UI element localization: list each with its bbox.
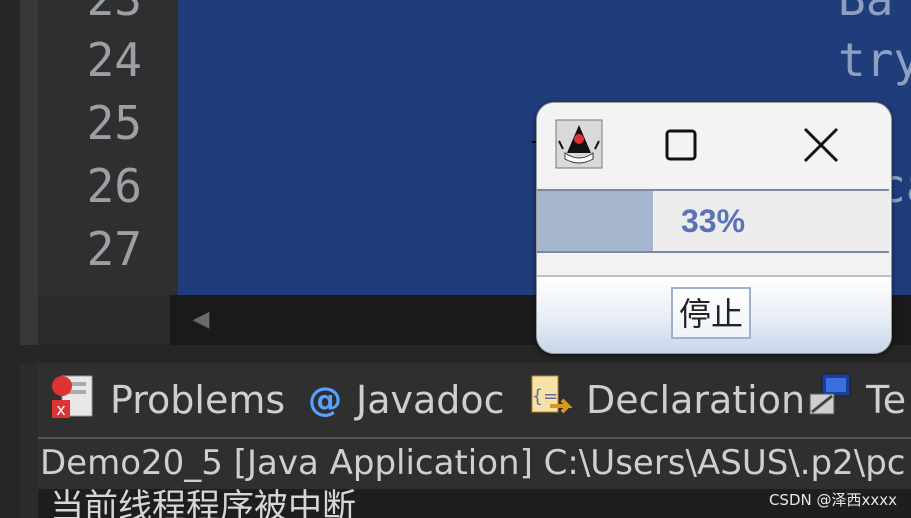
tab-javadoc[interactable]: @ Javadoc (308, 363, 505, 437)
bottom-tab-bar: x Problems @ Javadoc {= Declaration Te (38, 363, 911, 437)
svg-text:{=: {= (532, 386, 559, 407)
tab-label: Problems (110, 378, 286, 422)
at-icon: @ (308, 380, 342, 420)
line-number-column: 23 24 25 26 27 (38, 0, 178, 295)
scroll-left-icon[interactable]: ◀ (188, 307, 214, 333)
left-strip (0, 0, 20, 518)
progress-bar: 33% (537, 189, 889, 253)
close-icon (803, 127, 839, 163)
svg-text:x: x (56, 400, 65, 419)
window-titlebar[interactable] (537, 103, 891, 187)
line-number: 27 (86, 222, 142, 276)
line-number: 23 (42, 0, 142, 22)
terminal-icon (808, 372, 852, 429)
window-spacer (537, 253, 891, 277)
tab-problems[interactable]: x Problems (50, 363, 285, 437)
maximize-icon (665, 129, 697, 161)
declaration-icon: {= (528, 372, 573, 429)
line-number: 24 (86, 33, 142, 87)
code-text: try (838, 33, 911, 87)
problems-icon: x (50, 372, 96, 429)
line-number: 26 (86, 159, 142, 213)
editor-gutter (20, 0, 38, 345)
java-duke-icon (555, 119, 603, 169)
close-button[interactable] (785, 115, 857, 175)
tab-label: Javadoc (356, 378, 505, 422)
tab-terminal[interactable]: Te (808, 363, 906, 437)
watermark: CSDN @泽西xxxx (768, 491, 897, 509)
tab-declaration[interactable]: {= Declaration (528, 363, 805, 437)
line-number: 25 (86, 96, 142, 150)
progress-window: 33% 停止 (536, 102, 892, 354)
console-title: Demo20_5 [Java Application] C:\Users\ASU… (38, 437, 911, 491)
tab-label: Te (866, 378, 907, 422)
tab-label: Declaration (586, 378, 806, 422)
button-area: 停止 (537, 277, 891, 353)
stop-button[interactable]: 停止 (671, 287, 751, 339)
progress-label: 33% (680, 203, 746, 239)
maximize-button[interactable] (649, 115, 713, 175)
code-text: Ba (838, 0, 893, 22)
console-title-text: Demo20_5 [Java Application] C:\Users\ASU… (40, 443, 906, 483)
console-output-text: 当前线程程序被中断 (50, 489, 356, 518)
